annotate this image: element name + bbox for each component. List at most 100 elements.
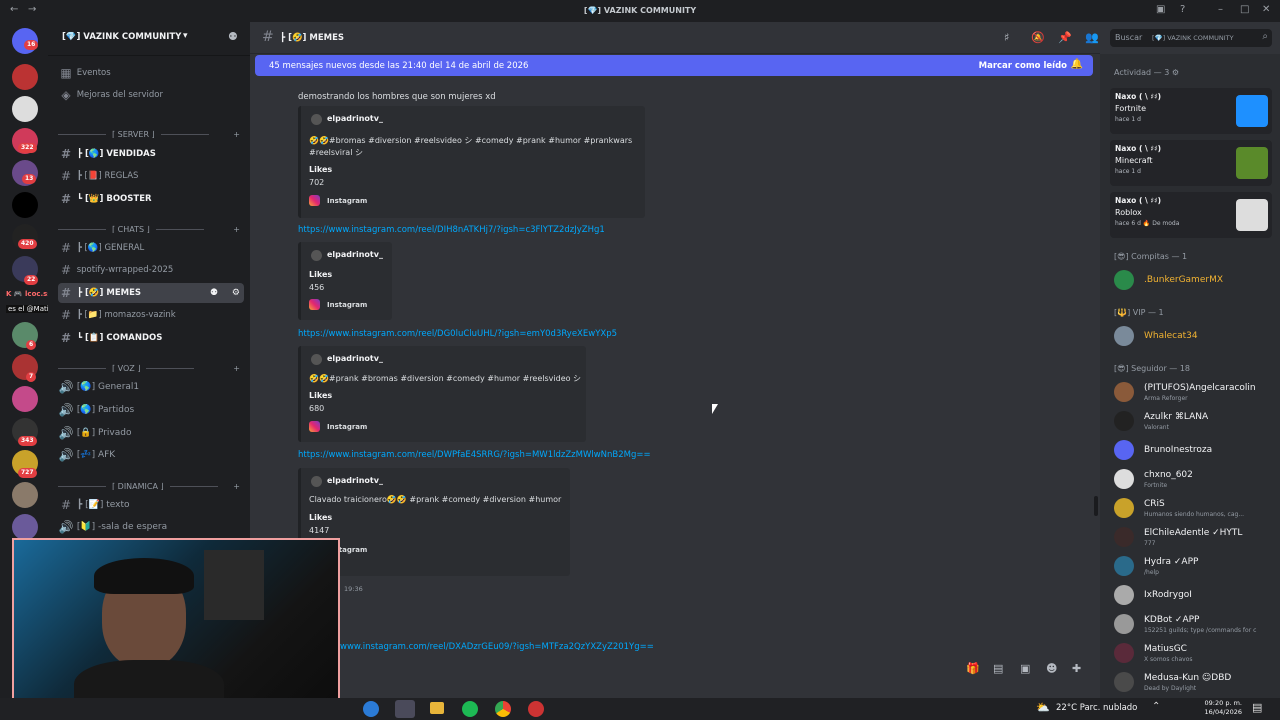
activity-card[interactable]: Naxo ( \ ♯♯) Minecraft hace 1 d	[1110, 140, 1272, 186]
member-status: 777	[1144, 540, 1156, 547]
chrome-icon[interactable]	[495, 701, 511, 717]
fortnite-icon	[1236, 95, 1268, 127]
embed-author[interactable]: elpadrinotv_	[327, 476, 383, 485]
spotify-icon[interactable]	[462, 701, 478, 717]
hash-icon: #	[60, 286, 72, 300]
embed-footer: Instagram	[327, 301, 368, 309]
clock-time[interactable]: 09:20 p. m.	[1198, 699, 1242, 707]
channel-spotify[interactable]: # spotify-wrrapped-2025	[58, 260, 244, 280]
boost-link[interactable]: ◈ Mejoras del servidor	[58, 85, 244, 105]
gear-icon[interactable]: ⚙	[232, 288, 240, 298]
member-item[interactable]: (PITUFOS)Angelcaracolin Arma Reforger	[1114, 378, 1280, 406]
server-icon[interactable]	[12, 514, 38, 540]
speaker-icon: 🔊	[58, 403, 74, 417]
category-server[interactable]: ⌈ SERVER ⌋ +	[58, 127, 244, 141]
invite-icon[interactable]: ⚉	[210, 288, 218, 298]
threads-icon[interactable]: ♯	[1004, 31, 1009, 44]
member-item[interactable]: ElChileAdentle ✓HYTL 777	[1114, 523, 1280, 551]
help-icon[interactable]: ?	[1180, 4, 1185, 15]
embed-author[interactable]: elpadrinotv_	[327, 250, 383, 259]
message-link[interactable]: https://www.instagram.com/reel/DWPfaE4SR…	[298, 450, 651, 460]
member-item[interactable]: IxRodrygoI	[1114, 581, 1280, 609]
server-icon[interactable]	[12, 482, 38, 508]
message-link[interactable]: https://www.instagram.com/reel/DG0luCluU…	[298, 329, 617, 339]
new-messages-bar[interactable]: 45 mensajes nuevos desde las 21:40 del 1…	[255, 55, 1093, 76]
channel-memes[interactable]: # ┣ [🤣] MEMES ⚉ ⚙	[58, 283, 244, 303]
message-link[interactable]: www.instagram.com/reel/DXADzrGEu09/?igsh…	[340, 642, 654, 652]
discord-taskbar-icon[interactable]	[395, 700, 415, 718]
activity-card[interactable]: Naxo ( \ ♯♯) Fortnite hace 1 d	[1110, 88, 1272, 134]
channel-momazos[interactable]: # ┣ [📁] momazos-vazink	[58, 305, 244, 325]
member-item[interactable]: chxno_602 Fortnite	[1114, 465, 1280, 493]
category-dinamica[interactable]: ⌈ DINAMICA ⌋ +	[58, 479, 244, 493]
channel-comandos[interactable]: # ┗ [📋] COMANDOS	[58, 328, 244, 348]
clock-date[interactable]: 16/04/2026	[1198, 708, 1242, 716]
minimize-icon[interactable]: –	[1218, 4, 1223, 15]
search-input[interactable]: Buscar [💎] VAZINK COMMUNITY ⌕	[1110, 29, 1272, 47]
maximize-icon[interactable]: □	[1240, 4, 1249, 15]
member-item[interactable]: Whalecat34	[1114, 322, 1280, 350]
category-voz[interactable]: ⌈ VOZ ⌋ +	[58, 361, 244, 375]
embed-author[interactable]: elpadrinotv_	[327, 354, 383, 363]
member-item[interactable]: CRiS Humanos siendo humanos, cag...	[1114, 494, 1280, 522]
channel-label: ┣ [📝] texto	[76, 500, 130, 510]
member-item[interactable]: .BunkerGamerMX	[1114, 266, 1280, 294]
tray-chevron-icon[interactable]: ⌃	[1152, 701, 1160, 712]
add-channel-icon[interactable]: +	[233, 364, 240, 373]
weather-text[interactable]: 22°C Parc. nublado	[1056, 703, 1137, 713]
notification-icon[interactable]: ▤	[1252, 701, 1262, 714]
voice-channel-privado[interactable]: 🔊 [🔒] Privado	[58, 423, 244, 443]
add-channel-icon[interactable]: +	[233, 482, 240, 491]
instagram-icon	[309, 421, 320, 432]
scrollbar-thumb[interactable]	[1094, 496, 1098, 516]
emoji-icon[interactable]: ☻	[1046, 662, 1057, 675]
embed-field-value: 680	[309, 404, 325, 413]
member-item[interactable]: Hydra ✓APP/help	[1114, 552, 1280, 580]
member-item[interactable]: Azulkr ⌘LANA Valorant	[1114, 407, 1280, 435]
channel-label: ┣ [🌎] VENDIDAS	[76, 149, 156, 159]
folder-icon[interactable]	[430, 702, 444, 714]
close-icon[interactable]: ✕	[1262, 4, 1270, 15]
guild-header[interactable]: [💎] VAZINK COMMUNITY ▾ ⚉	[48, 22, 250, 56]
member-list-icon[interactable]: 👥	[1085, 31, 1099, 44]
member-item[interactable]: Medusa-Kun ☺DBD Dead by Daylight	[1114, 668, 1280, 696]
events-link[interactable]: ▦ Eventos	[58, 63, 244, 83]
channel-label: ┣ [📕] REGLAS	[76, 171, 139, 181]
member-item[interactable]: BrunoInestroza	[1114, 436, 1280, 464]
add-member-icon[interactable]: ⚉	[228, 30, 238, 43]
server-icon[interactable]	[12, 96, 38, 122]
sticker-icon[interactable]: ▣	[1020, 662, 1030, 675]
pin-icon[interactable]: 📌	[1058, 31, 1072, 44]
member-item[interactable]: MatiusGC X somos chavos	[1114, 639, 1280, 667]
app-icon[interactable]	[528, 701, 544, 717]
voice-channel-sala-espera[interactable]: 🔊 [🔰] -sala de espera	[58, 517, 244, 537]
add-channel-icon[interactable]: +	[233, 130, 240, 139]
member-status: Fortnite	[1144, 482, 1168, 489]
title-bar: ← → [💎] VAZINK COMMUNITY ▣ ? – □ ✕	[0, 0, 1280, 22]
inbox-icon[interactable]: ▣	[1156, 4, 1165, 15]
add-channel-icon[interactable]: +	[233, 225, 240, 234]
channel-texto[interactable]: # ┣ [📝] texto	[58, 495, 244, 515]
mark-read-button[interactable]: Marcar como leído	[979, 61, 1067, 71]
hash-icon: #	[60, 192, 72, 206]
embed-author[interactable]: elpadrinotv_	[327, 114, 383, 123]
server-icon[interactable]	[12, 64, 38, 90]
member-item[interactable]: KDBot ✓APP 152251 guilds; type /commands …	[1114, 610, 1280, 638]
tiktok-server-icon[interactable]	[12, 192, 38, 218]
notification-bell-icon[interactable]: 🔕	[1031, 31, 1045, 44]
voice-channel-partidos[interactable]: 🔊 [🌎] Partidos	[58, 400, 244, 420]
activity-card[interactable]: Naxo ( \ ♯♯) Roblox hace 6 d 🔥 De moda	[1110, 192, 1272, 238]
gift-icon[interactable]: 🎁	[966, 662, 980, 675]
message-link[interactable]: https://www.instagram.com/reel/DIH8nATKH…	[298, 225, 605, 235]
apps-icon[interactable]: ✚	[1072, 662, 1081, 675]
channel-vendidas[interactable]: # ┣ [🌎] VENDIDAS	[58, 144, 244, 164]
edge-icon[interactable]	[363, 701, 379, 717]
voice-channel-general1[interactable]: 🔊 [🌎] General1	[58, 377, 244, 397]
channel-reglas[interactable]: # ┣ [📕] REGLAS	[58, 166, 244, 186]
channel-booster[interactable]: # ┗ [👑] BOOSTER	[58, 189, 244, 209]
gif-icon[interactable]: ▤	[993, 662, 1003, 675]
voice-channel-afk[interactable]: 🔊 [💤] AFK	[58, 445, 244, 465]
channel-general[interactable]: # ┣ [🌎] GENERAL	[58, 238, 244, 258]
server-icon[interactable]	[12, 386, 38, 412]
category-chats[interactable]: ⌈ CHATS ⌋ +	[58, 222, 244, 236]
